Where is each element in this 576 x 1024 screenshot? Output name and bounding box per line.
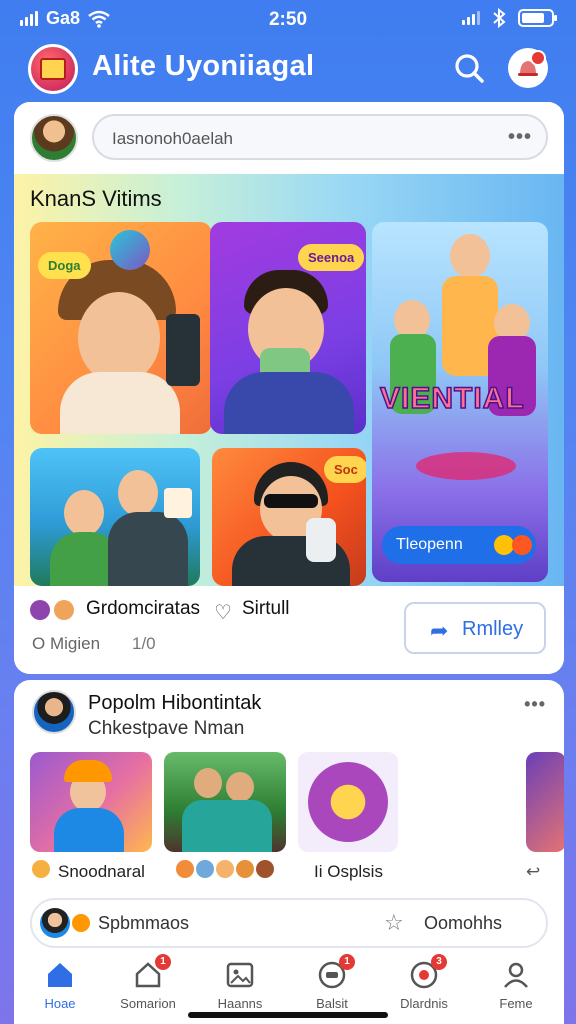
search-icon[interactable] <box>450 50 488 88</box>
composer-row: Iasnonoh0aelah ••• <box>14 102 564 174</box>
tile-headline: VIENTIAL <box>379 381 525 416</box>
app-logo[interactable] <box>28 44 78 94</box>
nav-somarion[interactable]: 1 Somarion <box>102 954 194 1016</box>
profile-icon <box>501 960 531 990</box>
nav-label: Balsit <box>316 996 348 1011</box>
reactions-label[interactable]: Grdomciratas <box>86 598 200 620</box>
emoji-icon <box>176 860 194 878</box>
thumbnail-1[interactable] <box>30 752 152 852</box>
emoji-icon <box>196 860 214 878</box>
cellular-icon <box>462 11 480 25</box>
meta-left: O Migien <box>32 634 101 653</box>
tile-cta-button[interactable]: Tleopenn <box>382 526 536 564</box>
post-subtitle: Chkestpave Nman <box>88 718 245 739</box>
notification-dot <box>530 50 546 66</box>
nav-home[interactable]: Hoae <box>14 956 106 1016</box>
status-right <box>462 8 557 28</box>
composer-placeholder: Iasnonoh0aelah <box>112 129 234 148</box>
home-indicator[interactable] <box>188 1012 388 1018</box>
battery-icon <box>518 9 557 27</box>
thumbnail-3[interactable] <box>298 752 398 852</box>
notification-button[interactable] <box>508 48 548 88</box>
reply-button[interactable]: ➦ Rmlley <box>404 602 546 654</box>
post-actions: Grdomciratas ♡ Sirtull O Migien 1/0 ➦ Rm… <box>14 586 564 674</box>
meta-right: 1/0 <box>132 634 156 653</box>
bluetooth-icon <box>493 8 506 28</box>
post-title: Popolm Hibontintak <box>88 692 262 714</box>
tile-badge: Seenoa <box>298 244 365 271</box>
feature-tile-3[interactable]: VIENTIAL Tleopenn <box>372 222 548 582</box>
tile-badge: Doga <box>38 252 91 279</box>
nav-balsit[interactable]: 1 Balsit <box>286 954 378 1016</box>
heart-icon <box>30 600 50 620</box>
emoji-icon <box>236 860 254 878</box>
reaction-icons <box>30 600 74 620</box>
app-header: Alite Uyoniiagal <box>0 40 576 98</box>
emoji-icon <box>32 860 50 878</box>
feature-title: KnanS Vitims <box>30 186 162 211</box>
chat-icon: 1 <box>317 954 355 990</box>
comment-input[interactable]: Spbmmaos ☆ Oomohhs <box>30 898 548 948</box>
more-icon[interactable]: ••• <box>524 694 546 715</box>
nav-label: Dlardnis <box>400 996 448 1011</box>
caption-icons <box>176 860 274 878</box>
nav-feme[interactable]: Feme <box>470 956 562 1016</box>
reply-icon[interactable]: ↩ <box>526 862 540 882</box>
feature-tile-5[interactable]: Soc <box>212 448 366 586</box>
thumbnail-4[interactable] <box>526 752 564 852</box>
home-outline-icon: 1 <box>133 954 171 990</box>
feature-tile-4[interactable] <box>30 448 200 586</box>
caption-icons <box>32 860 50 878</box>
feature-tile-2[interactable]: Seenoa <box>210 222 366 434</box>
reply-button-label: Rmlley <box>462 618 524 640</box>
emoji-icon <box>54 600 74 620</box>
composer-input[interactable]: Iasnonoh0aelah ••• <box>92 114 548 160</box>
comment-right-label[interactable]: Oomohhs <box>424 913 502 934</box>
heart-outline-icon[interactable]: ♡ <box>214 600 232 625</box>
home-icon <box>45 960 75 990</box>
avatar[interactable] <box>30 114 78 162</box>
nav-label: Feme <box>499 996 533 1011</box>
coin-icon <box>512 535 532 555</box>
coin-icon <box>70 912 92 934</box>
coin-icon <box>494 535 514 555</box>
star-icon[interactable]: ☆ <box>384 910 404 936</box>
nav-badge: 1 <box>339 954 355 970</box>
nav-dlardnis[interactable]: 3 Dlardnis <box>378 954 470 1016</box>
nav-badge: 1 <box>155 954 171 970</box>
nav-badge: 3 <box>431 954 447 970</box>
tile-cta-label: Tleopenn <box>396 536 463 553</box>
tile-badge: Soc <box>324 456 366 483</box>
thumbnail-caption: Snoodnaral <box>58 862 145 881</box>
feature-post-card: Iasnonoh0aelah ••• KnanS Vitims Doga See… <box>14 102 564 674</box>
comment-placeholder: Spbmmaos <box>98 913 190 933</box>
nav-label: Somarion <box>120 996 176 1011</box>
thumbnail-caption: Ii Osplsis <box>314 862 383 881</box>
emoji-icon <box>256 860 274 878</box>
gallery-icon <box>225 960 255 990</box>
avatar <box>40 908 70 938</box>
more-icon[interactable]: ••• <box>508 126 532 149</box>
notification-icon: 3 <box>409 954 447 990</box>
feature-tile-1[interactable]: Doga <box>30 222 212 434</box>
feature-banner: KnanS Vitims Doga Seenoa VIENTIAL Tleope… <box>14 174 564 586</box>
second-post-card: Popolm Hibontintak Chkestpave Nman ••• S… <box>14 680 564 950</box>
share-arrow-icon: ➦ <box>430 618 449 643</box>
nav-haanns[interactable]: Haanns <box>194 956 286 1016</box>
app-title: Alite Uyoniiagal <box>92 50 315 82</box>
avatar[interactable] <box>32 690 76 734</box>
nav-label: Haanns <box>217 996 263 1011</box>
secondary-label[interactable]: Sirtull <box>242 598 290 620</box>
status-bar: Ga8 2:50 <box>0 0 576 40</box>
thumbnail-2[interactable] <box>164 752 286 852</box>
nav-label: Hoae <box>44 996 76 1011</box>
emoji-icon <box>216 860 234 878</box>
